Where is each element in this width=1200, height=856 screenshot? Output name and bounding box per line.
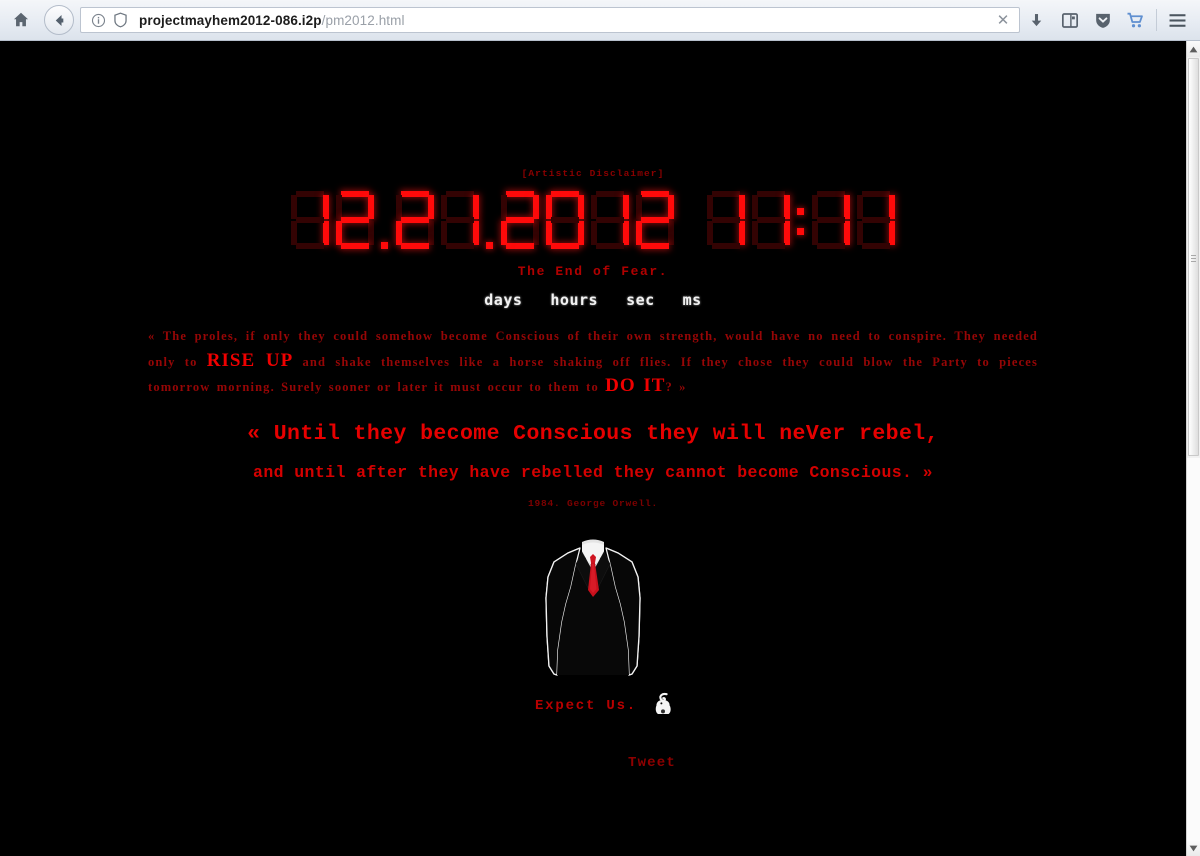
clock-digit	[810, 190, 853, 250]
scrollbar-thumb[interactable]	[1188, 58, 1199, 456]
scrollbar-track[interactable]	[1187, 458, 1200, 840]
toolbar-separator	[1156, 9, 1157, 31]
clock-digit	[855, 190, 898, 250]
anonymous-suit-figure	[538, 532, 648, 682]
tweet-button[interactable]: Tweet	[628, 755, 676, 771]
clock-digit	[289, 190, 332, 250]
clock-digit	[634, 190, 677, 250]
clock-digit	[334, 190, 377, 250]
download-icon[interactable]	[1020, 4, 1053, 36]
clock-digit	[705, 190, 748, 250]
clock-digit	[589, 190, 632, 250]
scroll-down-button[interactable]	[1187, 840, 1200, 856]
countdown-labels: days hours sec ms	[0, 291, 1186, 309]
home-icon[interactable]	[6, 5, 36, 35]
info-circle-icon[interactable]	[87, 9, 109, 31]
countdown-label-ms: ms	[682, 291, 702, 309]
back-button[interactable]	[44, 5, 74, 35]
project-mayhem-page: [Artistic Disclaimer] The End of Fear. d…	[0, 168, 1186, 771]
menu-icon[interactable]	[1161, 4, 1194, 36]
artistic-disclaimer: [Artistic Disclaimer]	[521, 168, 665, 179]
clock-dot-separator	[378, 190, 393, 250]
address-bar[interactable]: projectmayhem2012-086.i2p/pm2012.html ✕	[80, 7, 1020, 33]
scroll-up-button[interactable]	[1187, 41, 1200, 57]
vertical-scrollbar[interactable]	[1186, 41, 1200, 856]
back-arrow-icon	[55, 14, 63, 26]
clock-digit	[750, 190, 793, 250]
countdown-clock	[0, 190, 1186, 252]
clock-digit	[544, 190, 587, 250]
clock-digit	[394, 190, 437, 250]
countdown-label-days: days	[484, 291, 523, 309]
tagline: The End of Fear.	[517, 264, 669, 279]
clear-url-button[interactable]: ✕	[989, 8, 1017, 32]
clock-gap	[678, 190, 704, 250]
paragraph-part-3: ? »	[665, 380, 687, 394]
browser-toolbar: projectmayhem2012-086.i2p/pm2012.html ✕	[0, 0, 1200, 41]
page-viewport: [Artistic Disclaimer] The End of Fear. d…	[0, 41, 1186, 856]
quote-line-1: « Until they become Conscious they will …	[247, 421, 939, 446]
orwell-proles-paragraph: « The proles, if only they could somehow…	[148, 325, 1038, 400]
url-host: projectmayhem2012-086.i2p	[139, 12, 322, 28]
quote-attribution: 1984. George Orwell.	[527, 497, 659, 509]
rise-up-emphasis: RISE UP	[206, 349, 294, 371]
countdown-label-sec: sec	[626, 291, 655, 309]
url-path: /pm2012.html	[321, 12, 405, 28]
clock-colon-separator	[794, 190, 809, 250]
clock-digit	[499, 190, 542, 250]
shield-icon[interactable]	[109, 9, 131, 31]
quote-line-2: and until after they have rebelled they …	[253, 462, 933, 482]
url-text[interactable]: projectmayhem2012-086.i2p/pm2012.html	[131, 13, 989, 28]
expect-us-row: Expect Us.	[0, 692, 1186, 721]
library-icon[interactable]	[1053, 4, 1086, 36]
clock-digit	[439, 190, 482, 250]
expect-us-text: Expect Us.	[534, 698, 637, 714]
cart-icon[interactable]	[1119, 4, 1152, 36]
pocket-icon[interactable]	[1086, 4, 1119, 36]
white-rabbit-icon[interactable]	[653, 692, 675, 721]
countdown-label-hours: hours	[550, 291, 599, 309]
do-it-emphasis: DO IT	[605, 375, 666, 396]
clock-dot-separator	[483, 190, 498, 250]
